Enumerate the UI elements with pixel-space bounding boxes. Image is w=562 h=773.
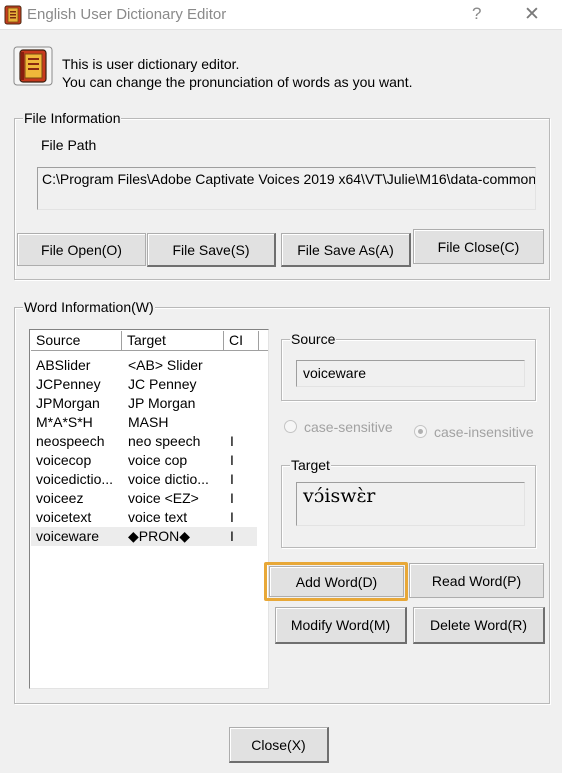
radio-selected-dot xyxy=(418,429,423,434)
source-field[interactable]: voiceware xyxy=(296,360,525,387)
cell-target: voice dictio... xyxy=(128,471,209,487)
column-header-ci[interactable]: CI xyxy=(224,331,259,351)
cell-source: M*A*S*H xyxy=(36,414,93,430)
cell-ci: I xyxy=(230,452,234,468)
cell-source: JPMorgan xyxy=(36,395,100,411)
intro-line-1: This is user dictionary editor. xyxy=(62,56,240,72)
cell-target: <AB> Slider xyxy=(128,357,203,373)
cell-source: neospeech xyxy=(36,433,105,449)
file-information-label: File Information xyxy=(23,110,122,126)
radio-case-insensitive-circle xyxy=(414,425,427,438)
cell-ci: I xyxy=(230,509,234,525)
radio-case-sensitive[interactable]: case-sensitive xyxy=(284,419,404,437)
close-window-button[interactable]: ✕ xyxy=(524,3,540,26)
target-group-label: Target xyxy=(290,457,331,473)
read-word-button[interactable]: Read Word(P) xyxy=(409,563,544,598)
cell-target: neo speech xyxy=(128,433,201,449)
file-path-label: File Path xyxy=(41,137,97,153)
file-close-button[interactable]: File Close(C) xyxy=(413,229,544,264)
cell-source: voicecop xyxy=(36,452,92,468)
file-open-button[interactable]: File Open(O) xyxy=(17,233,146,266)
delete-word-button[interactable]: Delete Word(R) xyxy=(413,607,545,644)
window-title: English User Dictionary Editor xyxy=(27,6,227,23)
word-list[interactable]: Source Target CI ABSlider <AB> Slider JCPe… xyxy=(29,329,269,689)
table-row[interactable]: neospeech neo speech I xyxy=(31,432,257,451)
help-button[interactable]: ? xyxy=(472,4,481,24)
file-save-button[interactable]: File Save(S) xyxy=(147,233,276,267)
dictionary-app-icon xyxy=(4,5,22,25)
word-information-label: Word Information(W) xyxy=(23,299,155,315)
table-row[interactable]: voiceez voice <EZ> I xyxy=(31,489,257,508)
cell-target: ◆PRON◆ xyxy=(128,528,190,544)
cell-target: MASH xyxy=(128,414,169,430)
cell-source: voiceware xyxy=(36,528,100,544)
table-row[interactable]: voicecop voice cop I xyxy=(31,451,257,470)
column-header-filler xyxy=(259,331,268,351)
cell-source: voiceez xyxy=(36,490,84,506)
radio-case-insensitive-label: case-insensitive xyxy=(434,424,534,440)
source-value: voiceware xyxy=(303,365,367,381)
modify-word-button[interactable]: Modify Word(M) xyxy=(275,607,407,644)
cell-ci: I xyxy=(230,528,234,544)
cell-target: JP Morgan xyxy=(128,395,196,411)
cell-target: JC Penney xyxy=(128,376,197,392)
file-path-value: C:\Program Files\Adobe Captivate Voices … xyxy=(42,171,536,187)
target-value: vɔ́iswɛ̀r xyxy=(303,485,376,507)
dictionary-book-icon xyxy=(13,46,53,86)
close-dialog-button[interactable]: Close(X) xyxy=(229,727,329,763)
table-row[interactable]: voicedictio... voice dictio... I xyxy=(31,470,257,489)
source-group-label: Source xyxy=(290,331,337,347)
radio-case-sensitive-circle xyxy=(284,420,297,433)
target-field[interactable]: vɔ́iswɛ̀r xyxy=(296,482,525,526)
intro-text: This is user dictionary editor. You can … xyxy=(62,55,413,91)
add-word-button[interactable]: Add Word(D) xyxy=(269,566,404,597)
cell-target: voice <EZ> xyxy=(128,490,199,506)
cell-ci: I xyxy=(230,433,234,449)
radio-case-sensitive-label: case-sensitive xyxy=(304,419,393,435)
table-row[interactable]: ABSlider <AB> Slider xyxy=(31,356,257,375)
cell-source: ABSlider xyxy=(36,357,91,373)
radio-case-insensitive[interactable]: case-insensitive xyxy=(414,424,550,442)
table-row[interactable]: M*A*S*H MASH xyxy=(31,413,257,432)
file-save-as-button[interactable]: File Save As(A) xyxy=(281,233,411,267)
column-header-source[interactable]: Source xyxy=(31,331,122,351)
table-row[interactable]: voicetext voice text I xyxy=(31,508,257,527)
cell-ci: I xyxy=(230,471,234,487)
intro-line-2: You can change the pronunciation of word… xyxy=(62,74,413,90)
file-path-field[interactable]: C:\Program Files\Adobe Captivate Voices … xyxy=(37,167,536,210)
cell-target: voice text xyxy=(128,509,188,525)
cell-source: voicedictio... xyxy=(36,471,114,487)
column-header-target[interactable]: Target xyxy=(122,331,224,351)
table-row[interactable]: voiceware ◆PRON◆ I xyxy=(31,527,257,546)
table-row[interactable]: JPMorgan JP Morgan xyxy=(31,394,257,413)
cell-target: voice cop xyxy=(128,452,188,468)
title-bar: English User Dictionary Editor ? ✕ xyxy=(0,0,562,30)
cell-source: JCPenney xyxy=(36,376,101,392)
cell-ci: I xyxy=(230,490,234,506)
table-row[interactable]: JCPenney JC Penney xyxy=(31,375,257,394)
cell-source: voicetext xyxy=(36,509,92,525)
